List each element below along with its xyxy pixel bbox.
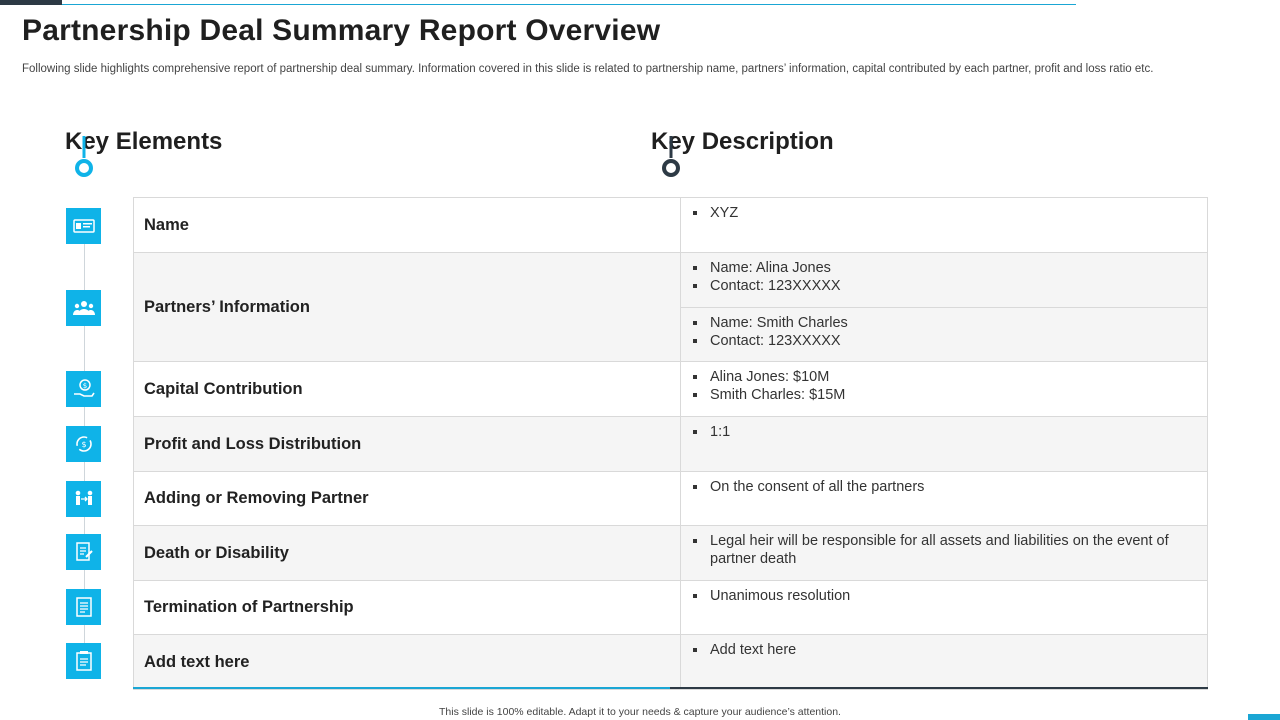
description-item: XYZ	[691, 204, 1197, 222]
description-item: Smith Charles: $15M	[691, 386, 1197, 404]
description-item: Legal heir will be responsible for all a…	[691, 532, 1197, 568]
people-group-icon	[66, 290, 101, 326]
table-row: Name XYZ	[133, 197, 1208, 253]
table-row: Add text here Add text here	[133, 634, 1208, 690]
key-icon-blue	[75, 136, 93, 177]
table-row: Capital Contribution Alina Jones: $10M S…	[133, 361, 1208, 417]
description-item: Contact: 123XXXXX	[691, 332, 1197, 350]
description-item: Alina Jones: $10M	[691, 368, 1197, 386]
key-icon-dark	[662, 136, 680, 177]
table-row: Death or Disability Legal heir will be r…	[133, 525, 1208, 581]
document-icon	[66, 589, 101, 625]
money-cycle-icon: $	[66, 426, 101, 462]
notepad-icon	[66, 643, 101, 679]
element-label: Adding or Removing Partner	[133, 471, 681, 526]
bottom-right-accent	[1248, 714, 1280, 720]
description-cell: Add text here	[680, 634, 1208, 690]
table-underline-dark	[670, 687, 1208, 689]
svg-text:$: $	[82, 382, 86, 390]
description-item: Name: Alina Jones	[691, 259, 1197, 277]
document-sign-icon	[66, 534, 101, 570]
svg-text:$: $	[81, 440, 86, 449]
table-row: Termination of Partnership Unanimous res…	[133, 580, 1208, 635]
table-row: Adding or Removing Partner On the consen…	[133, 471, 1208, 526]
description-item: Contact: 123XXXXX	[691, 277, 1197, 295]
description-item: On the consent of all the partners	[691, 478, 1197, 496]
id-card-icon	[66, 208, 101, 244]
description-item: Name: Smith Charles	[691, 314, 1197, 332]
description-cell: XYZ	[680, 197, 1208, 253]
page-title: Partnership Deal Summary Report Overview	[22, 14, 661, 47]
table-underline-blue	[133, 687, 670, 689]
description-cell: Legal heir will be responsible for all a…	[680, 525, 1208, 581]
element-label: Add text here	[133, 634, 681, 690]
page-subtitle: Following slide highlights comprehensive…	[22, 63, 1154, 75]
description-cell: Unanimous resolution	[680, 580, 1208, 635]
description-item: Unanimous resolution	[691, 587, 1197, 605]
description-cell: On the consent of all the partners	[680, 471, 1208, 526]
element-label: Partners’ Information	[133, 252, 681, 362]
element-label: Name	[133, 197, 681, 253]
element-label: Profit and Loss Distribution	[133, 416, 681, 472]
description-cell: 1:1	[680, 416, 1208, 472]
table-row: Profit and Loss Distribution 1:1	[133, 416, 1208, 472]
table-row: Partners’ Information Name: Alina Jones …	[133, 252, 1208, 362]
element-label: Capital Contribution	[133, 361, 681, 417]
description-item: 1:1	[691, 423, 1197, 441]
element-label: Termination of Partnership	[133, 580, 681, 635]
description-cell: Name: Smith Charles Contact: 123XXXXX	[680, 307, 1208, 362]
description-cell: Name: Alina Jones Contact: 123XXXXX	[680, 252, 1208, 308]
people-exchange-icon	[66, 481, 101, 517]
top-accent-line	[62, 4, 1076, 5]
description-item: Add text here	[691, 641, 1197, 659]
hand-money-icon: $	[66, 371, 101, 407]
description-cell: Alina Jones: $10M Smith Charles: $15M	[680, 361, 1208, 417]
top-dark-bar	[0, 0, 62, 5]
deal-summary-table: Name XYZ Partners’ Information Name: Ali…	[133, 197, 1208, 690]
element-label: Death or Disability	[133, 525, 681, 581]
footer-note: This slide is 100% editable. Adapt it to…	[439, 706, 841, 718]
